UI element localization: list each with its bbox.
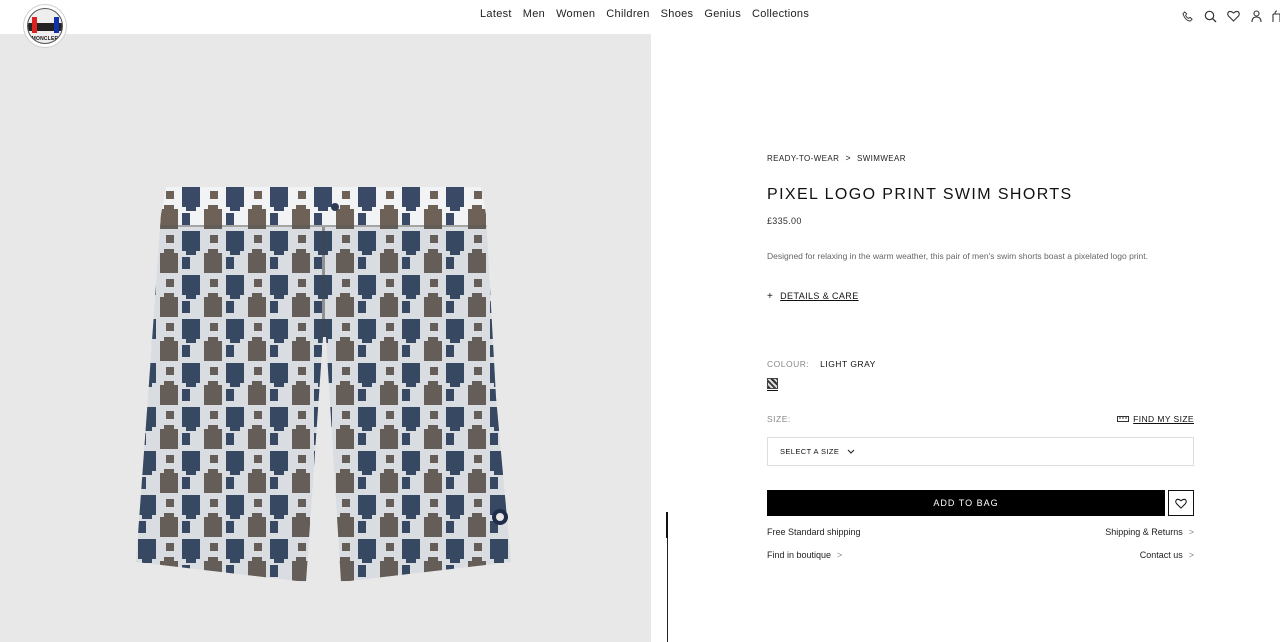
nav-men[interactable]: Men	[523, 8, 545, 20]
heart-icon	[1175, 498, 1187, 509]
moncler-logo[interactable]: MONCLER	[23, 4, 67, 48]
phone-icon[interactable]	[1180, 9, 1195, 23]
size-label: SIZE:	[767, 414, 791, 424]
user-icon[interactable]	[1249, 9, 1264, 23]
logo-text: MONCLER	[31, 36, 59, 42]
site-header: MONCLER Latest Men Women Children Shoes …	[0, 0, 1280, 48]
product-price: £335.00	[767, 216, 802, 226]
contact-us-label: Contact us	[1139, 550, 1183, 560]
product-title: PIXEL LOGO PRINT SWIM SHORTS	[767, 186, 1073, 203]
scroll-indicator-thumb[interactable]	[666, 512, 668, 538]
wishlist-button[interactable]	[1168, 490, 1194, 516]
nav-women[interactable]: Women	[556, 8, 595, 20]
chevron-right-icon: >	[1188, 527, 1194, 537]
shipping-returns-label: Shipping & Returns	[1105, 527, 1183, 537]
contact-us-link[interactable]: Contact us >	[1140, 550, 1194, 560]
product-image-swim-shorts[interactable]	[136, 187, 511, 582]
header-icons	[1180, 9, 1280, 23]
colour-label: COLOUR:	[767, 359, 810, 369]
chevron-right-icon: >	[1188, 550, 1194, 560]
find-boutique-label: Find in boutique	[767, 550, 832, 560]
size-select[interactable]: SELECT A SIZE	[767, 437, 1194, 466]
breadcrumb-swimwear[interactable]: SWIMWEAR	[857, 154, 906, 163]
nav-collections[interactable]: Collections	[752, 8, 809, 20]
swatch-pattern	[767, 378, 778, 389]
ruler-icon	[1117, 416, 1130, 422]
heart-icon[interactable]	[1226, 9, 1241, 23]
main-nav: Latest Men Women Children Shoes Genius C…	[480, 8, 809, 20]
add-to-bag-button[interactable]: ADD TO BAG	[767, 490, 1165, 516]
plus-icon: +	[767, 291, 774, 302]
chevron-right-icon: >	[837, 550, 843, 560]
breadcrumb: READY-TO-WEAR > SWIMWEAR	[767, 153, 906, 163]
free-shipping-text: Free Standard shipping	[767, 527, 861, 537]
nav-latest[interactable]: Latest	[480, 8, 512, 20]
chevron-down-icon	[847, 449, 855, 454]
colour-value: LIGHT GRAY	[820, 359, 876, 369]
bag-icon[interactable]	[1272, 9, 1280, 23]
product-image-panel	[0, 34, 651, 642]
find-my-size-link[interactable]: FIND MY SIZE	[1117, 414, 1194, 424]
breadcrumb-chevron-icon: >	[845, 153, 851, 163]
nav-genius[interactable]: Genius	[704, 8, 741, 20]
search-icon[interactable]	[1203, 9, 1218, 23]
colour-swatch[interactable]	[767, 378, 778, 391]
nav-shoes[interactable]: Shoes	[661, 8, 694, 20]
details-care-link[interactable]: DETAILS & CARE	[780, 291, 858, 301]
find-boutique-link[interactable]: Find in boutique >	[767, 550, 842, 560]
colour-row: COLOUR: LIGHT GRAY	[767, 359, 876, 369]
details-care-toggle[interactable]: + DETAILS & CARE	[767, 291, 859, 302]
breadcrumb-ready-to-wear[interactable]: READY-TO-WEAR	[767, 154, 839, 163]
shipping-returns-link[interactable]: Shipping & Returns >	[1105, 527, 1194, 537]
logo-emblem: MONCLER	[27, 8, 63, 44]
size-select-placeholder: SELECT A SIZE	[780, 447, 840, 456]
nav-children[interactable]: Children	[606, 8, 649, 20]
product-description: Designed for relaxing in the warm weathe…	[767, 251, 1149, 261]
find-my-size-label[interactable]: FIND MY SIZE	[1133, 414, 1194, 424]
